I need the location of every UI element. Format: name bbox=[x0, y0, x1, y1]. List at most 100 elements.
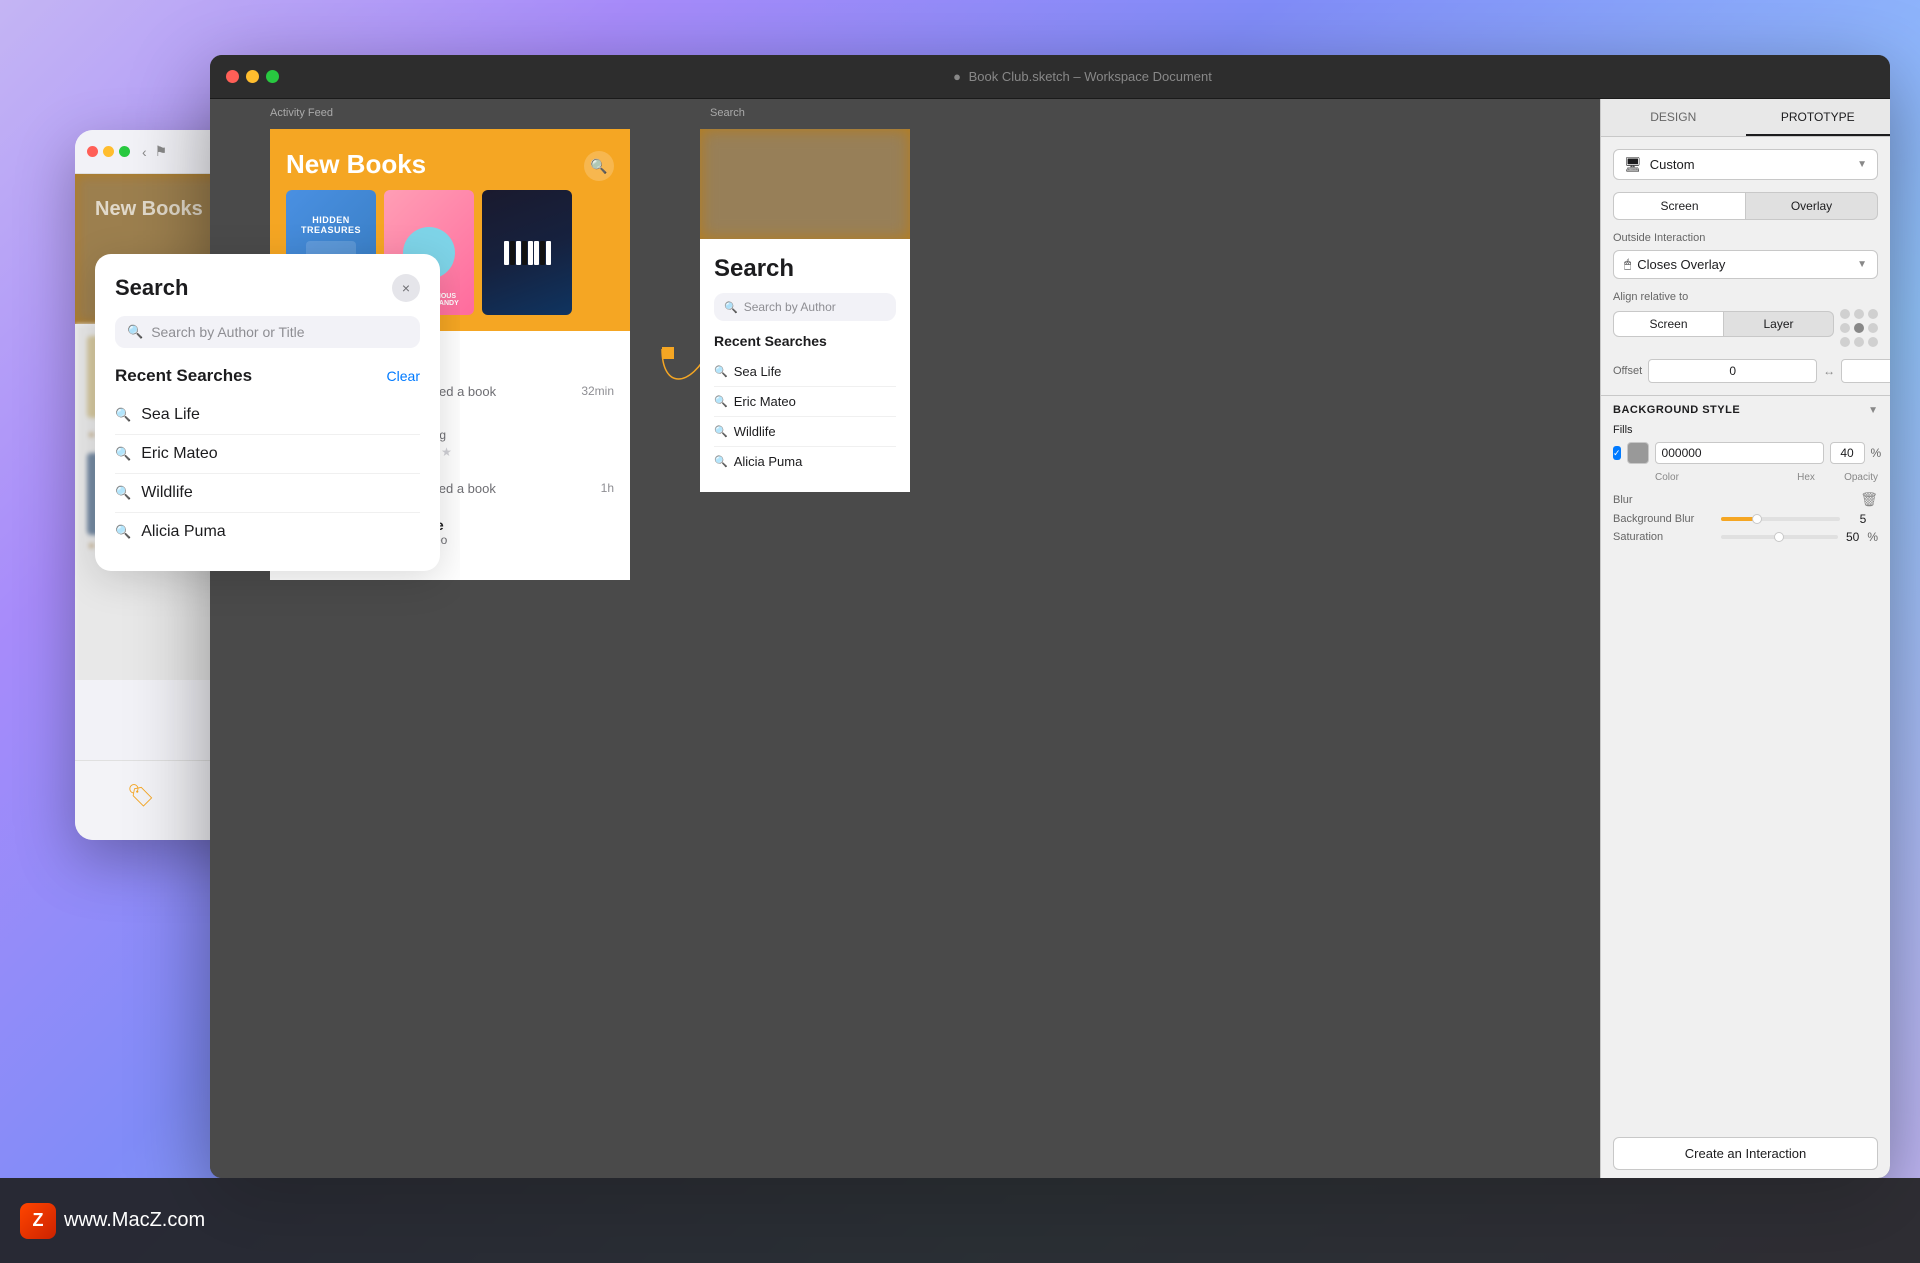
recent-item-text-3: Wildlife bbox=[141, 484, 193, 502]
tab-design[interactable]: DESIGN bbox=[1601, 99, 1746, 136]
panel-divider-1 bbox=[1601, 395, 1890, 396]
phone-bookmark-icon[interactable]: ⚑ bbox=[155, 143, 168, 160]
align-buttons: Screen Layer bbox=[1613, 311, 1834, 337]
search-artboard-blur-overlay bbox=[700, 129, 910, 239]
search-magnifier-icon: 🔍 bbox=[127, 324, 143, 340]
bg-blur-thumb[interactable] bbox=[1752, 514, 1762, 524]
saturation-label: Saturation bbox=[1613, 531, 1713, 543]
recent-item-2[interactable]: 🔍 Eric Mateo bbox=[115, 435, 420, 474]
saturation-thumb[interactable] bbox=[1774, 532, 1784, 542]
nav-back-arrow[interactable]: ‹ bbox=[142, 144, 147, 160]
phone-maximize-btn[interactable] bbox=[119, 146, 130, 157]
phone-close-btn[interactable] bbox=[87, 146, 98, 157]
phone-bg-title: New Books bbox=[95, 198, 203, 221]
overlay-button[interactable]: Overlay bbox=[1746, 192, 1878, 220]
fills-section: Fills ✓ % Color Hex Opacity bbox=[1613, 424, 1878, 483]
search-recent-title: Recent Searches bbox=[714, 333, 896, 349]
fill-opacity-sublabel: Opacity bbox=[1830, 472, 1878, 483]
fill-checkbox[interactable]: ✓ bbox=[1613, 446, 1621, 460]
search-overlay-title: Search bbox=[115, 275, 188, 301]
fill-color-swatch[interactable] bbox=[1627, 442, 1649, 464]
recent-search-icon-2: 🔍 bbox=[115, 446, 131, 462]
sketch-minimize-btn[interactable] bbox=[246, 70, 259, 83]
monitor-icon: 🖥 bbox=[1624, 156, 1642, 173]
search-artboard-input[interactable]: 🔍 Search by Author bbox=[714, 293, 896, 321]
search-recent-text-2: Eric Mateo bbox=[734, 394, 796, 409]
closes-overlay-inner: 🖱 Closes Overlay bbox=[1624, 257, 1725, 272]
review1-star5: ★ bbox=[441, 445, 452, 459]
search-recent-icon-1: 🔍 bbox=[714, 365, 728, 378]
clear-searches-button[interactable]: Clear bbox=[387, 368, 420, 384]
recent-item-text-2: Eric Mateo bbox=[141, 445, 217, 463]
sketch-window: ● Book Club.sketch – Workspace Document … bbox=[210, 55, 1890, 1178]
fills-row: ✓ % bbox=[1613, 442, 1878, 464]
search-screen-title: Search bbox=[714, 255, 896, 283]
align-row: Screen Layer bbox=[1613, 309, 1878, 347]
offset-label: Offset bbox=[1613, 365, 1642, 377]
artboard-search-icon[interactable]: 🔍 bbox=[584, 151, 614, 181]
fill-opacity-input[interactable] bbox=[1830, 442, 1865, 464]
tab-prototype[interactable]: PROTOTYPE bbox=[1746, 99, 1891, 136]
recent-search-icon-3: 🔍 bbox=[115, 485, 131, 501]
search-recent-1[interactable]: 🔍 Sea Life bbox=[714, 357, 896, 387]
phone-minimize-btn[interactable] bbox=[103, 146, 114, 157]
search-artboard-panel: Search 🔍 Search by Author Recent Searche… bbox=[700, 239, 910, 492]
recent-item-4[interactable]: 🔍 Alicia Puma bbox=[115, 513, 420, 551]
recent-search-icon-1: 🔍 bbox=[115, 407, 131, 423]
recent-item-3[interactable]: 🔍 Wildlife bbox=[115, 474, 420, 513]
review2-time: 1h bbox=[601, 481, 614, 496]
recent-item-text-4: Alicia Puma bbox=[141, 523, 225, 541]
search-recent-4[interactable]: 🔍 Alicia Puma bbox=[714, 447, 896, 476]
saturation-value: 50 bbox=[1846, 530, 1859, 544]
align-dot-bc bbox=[1854, 337, 1864, 347]
sketch-close-btn[interactable] bbox=[226, 70, 239, 83]
align-layer-button[interactable]: Layer bbox=[1724, 311, 1834, 337]
search-input-container[interactable]: 🔍 Search by Author or Title bbox=[115, 316, 420, 348]
recent-item-1[interactable]: 🔍 Sea Life bbox=[115, 396, 420, 435]
create-interaction-button[interactable]: Create an Interaction bbox=[1613, 1137, 1878, 1170]
artboard-new-books-title: New Books bbox=[286, 149, 614, 180]
search-recent-icon-4: 🔍 bbox=[714, 455, 728, 468]
search-close-button[interactable]: × bbox=[392, 274, 420, 302]
fill-hex-input[interactable] bbox=[1655, 442, 1824, 464]
closes-overlay-label: Closes Overlay bbox=[1637, 257, 1725, 272]
sketch-titlebar: ● Book Club.sketch – Workspace Document bbox=[210, 55, 1890, 99]
outside-chevron-icon: ▼ bbox=[1857, 259, 1867, 270]
bg-style-chevron-icon[interactable]: ▼ bbox=[1868, 405, 1878, 416]
bg-style-header: BACKGROUND STYLE ▼ bbox=[1613, 404, 1878, 416]
book-piano bbox=[482, 190, 572, 315]
search-recent-2[interactable]: 🔍 Eric Mateo bbox=[714, 387, 896, 417]
align-dot-mc bbox=[1854, 323, 1864, 333]
screen-button[interactable]: Screen bbox=[1613, 192, 1746, 220]
fill-sublabels: Color Hex Opacity bbox=[1613, 472, 1878, 483]
search-recent-icon-3: 🔍 bbox=[714, 425, 728, 438]
custom-dropdown[interactable]: 🖥 Custom ▼ bbox=[1613, 149, 1878, 180]
screen-overlay-row: Screen Overlay bbox=[1613, 192, 1878, 220]
search-overlay-popup: Search × 🔍 Search by Author or Title Rec… bbox=[95, 254, 440, 571]
fill-percent-label: % bbox=[1871, 446, 1882, 460]
tab-bookmarks[interactable]: 🏷 bbox=[127, 783, 155, 809]
blur-delete-icon[interactable]: 🗑 bbox=[1860, 491, 1878, 508]
connection-dot bbox=[662, 347, 674, 359]
panel-content: 🖥 Custom ▼ Screen Overlay Outside Intera… bbox=[1601, 137, 1890, 1129]
chevron-down-icon: ▼ bbox=[1857, 159, 1867, 170]
blur-label: Blur bbox=[1613, 494, 1633, 506]
bg-blur-track[interactable] bbox=[1721, 517, 1840, 521]
search-recent-3[interactable]: 🔍 Wildlife bbox=[714, 417, 896, 447]
alignment-grid bbox=[1840, 309, 1878, 347]
search-overlay-header: Search × bbox=[115, 274, 420, 302]
artboard-search: Search 🔍 Search by Author Recent Searche… bbox=[700, 129, 910, 492]
offset-x-input[interactable] bbox=[1648, 359, 1817, 383]
saturation-track[interactable] bbox=[1721, 535, 1838, 539]
align-screen-button[interactable]: Screen bbox=[1613, 311, 1724, 337]
outside-interaction-dropdown[interactable]: 🖱 Closes Overlay ▼ bbox=[1613, 250, 1878, 279]
fill-hex-sublabel: Hex bbox=[1782, 472, 1830, 483]
custom-label: Custom bbox=[1650, 157, 1695, 172]
panel-tabs: DESIGN PROTOTYPE bbox=[1601, 99, 1890, 137]
search-recent-text-4: Alicia Puma bbox=[734, 454, 803, 469]
bg-blur-value: 5 bbox=[1848, 512, 1878, 526]
phone-traffic-lights bbox=[87, 146, 130, 157]
offset-y-input[interactable] bbox=[1841, 359, 1890, 383]
sketch-maximize-btn[interactable] bbox=[266, 70, 279, 83]
sketch-modified-dot: ● bbox=[953, 69, 961, 84]
